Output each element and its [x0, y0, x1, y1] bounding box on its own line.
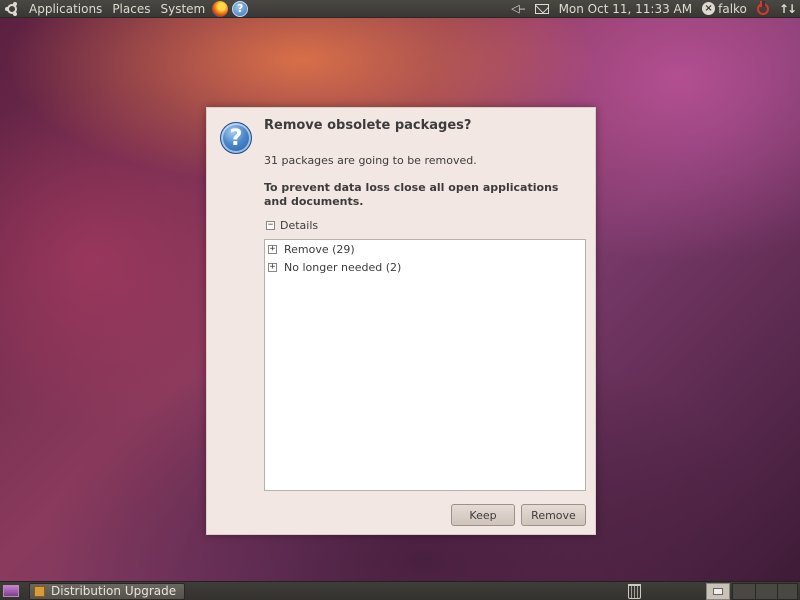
firefox-icon[interactable]	[212, 0, 229, 17]
user-name: falko	[718, 1, 747, 16]
keep-button[interactable]: Keep	[451, 504, 515, 526]
tree-row-label: No longer needed (2)	[284, 260, 402, 274]
mail-icon[interactable]	[534, 3, 549, 14]
dialog-message: 31 packages are going to be removed.	[264, 154, 477, 167]
tree-row-label: Remove (29)	[284, 242, 355, 256]
taskbar-item-label: Distribution Upgrade	[51, 584, 177, 598]
remove-button[interactable]: Remove	[521, 504, 586, 526]
volume-icon[interactable]: ◁--	[511, 2, 525, 15]
package-icon	[34, 585, 45, 597]
power-icon[interactable]	[756, 0, 769, 15]
expand-icon[interactable]: +	[268, 244, 277, 254]
taskbar-item-distribution-upgrade[interactable]: Distribution Upgrade	[29, 582, 185, 600]
expand-icon[interactable]: +	[268, 262, 277, 272]
show-desktop-icon[interactable]	[3, 585, 19, 597]
workspace-switcher-other[interactable]	[732, 583, 798, 600]
remove-packages-dialog: ? Remove obsolete packages? 31 packages …	[206, 107, 596, 535]
help-icon[interactable]: ?	[232, 0, 249, 17]
workspace-window-icon	[713, 588, 723, 595]
top-panel-right: ◁-- Mon Oct 11, 11:33 AM × falko ↑↓	[506, 0, 800, 17]
tree-row-remove[interactable]: + Remove (29)	[265, 240, 585, 258]
menu-applications[interactable]: Applications	[24, 0, 107, 17]
menu-system[interactable]: System	[155, 0, 210, 17]
dialog-warning: To prevent data loss close all open appl…	[264, 181, 559, 208]
top-panel: Applications Places System ? ◁-- Mon Oct…	[0, 0, 800, 18]
user-menu[interactable]: × falko	[702, 2, 747, 16]
package-tree[interactable]: + Remove (29) + No longer needed (2)	[264, 239, 586, 491]
details-label: Details	[280, 219, 319, 232]
bottom-panel: Distribution Upgrade	[0, 581, 800, 600]
trash-icon[interactable]	[628, 584, 641, 599]
ubuntu-logo-icon[interactable]	[5, 1, 19, 16]
dialog-title: Remove obsolete packages?	[264, 118, 472, 133]
workspace-switcher[interactable]	[706, 583, 730, 600]
network-icon[interactable]: ↑↓	[779, 2, 797, 16]
menu-places[interactable]: Places	[107, 0, 155, 17]
top-panel-left: Applications Places System ?	[0, 0, 250, 17]
details-expander[interactable]: − Details	[266, 219, 318, 232]
user-icon: ×	[702, 2, 716, 15]
question-icon: ?	[220, 122, 252, 154]
tree-row-no-longer-needed[interactable]: + No longer needed (2)	[265, 258, 585, 276]
collapse-icon: −	[266, 220, 275, 230]
clock[interactable]: Mon Oct 11, 11:33 AM	[559, 2, 693, 16]
